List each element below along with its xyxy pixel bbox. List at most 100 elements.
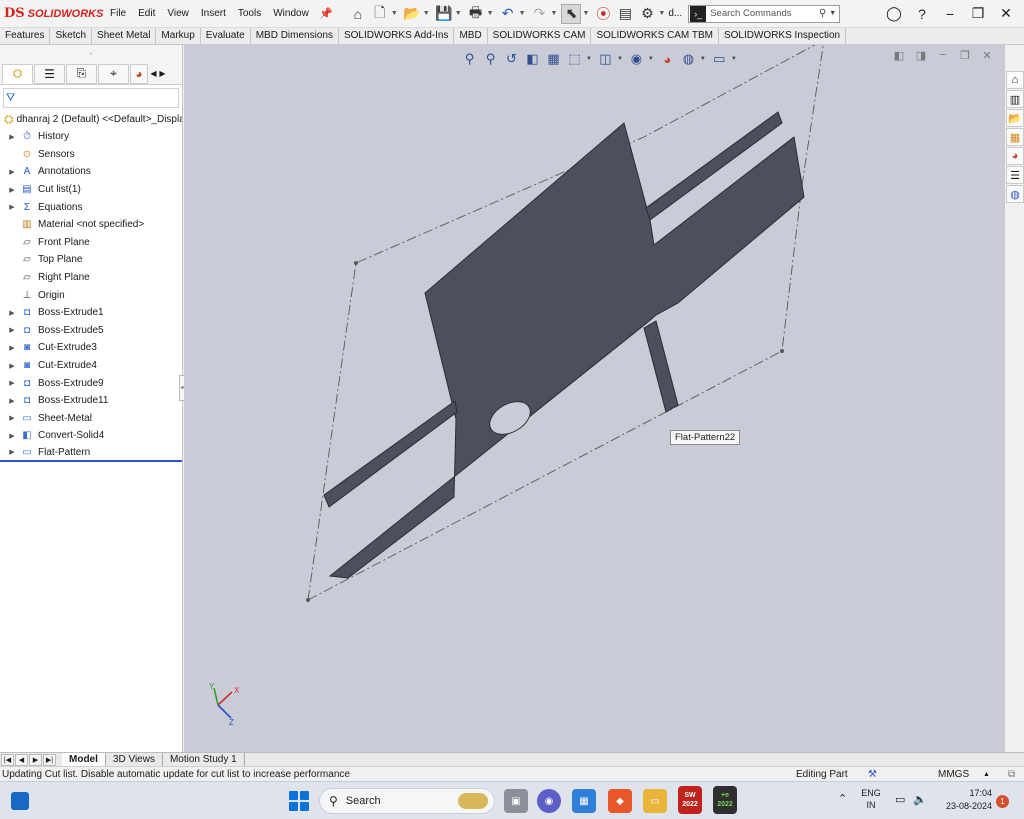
hide-show-dropdown[interactable]: ▼ <box>648 56 654 62</box>
tree-node[interactable]: ▱ Right Plane <box>0 269 182 287</box>
minimize-icon[interactable]: − <box>936 6 964 22</box>
last-tab-icon[interactable]: ▶| <box>43 753 56 766</box>
unit-system-selector[interactable]: MMGS <box>938 769 969 780</box>
appearances-icon[interactable]: ◕ <box>1006 147 1024 165</box>
zoom-to-area-icon[interactable]: ⚲ <box>481 50 500 68</box>
tree-node[interactable]: ▥ Material <not specified> <box>0 216 182 234</box>
microsoft-store-icon[interactable]: ▦ <box>572 789 596 813</box>
menu-file[interactable]: File <box>104 8 132 19</box>
file-properties-icon[interactable]: ▤ <box>615 4 635 24</box>
redo-dropdown-arrow[interactable]: ▼ <box>551 10 558 17</box>
search-magnifier-icon[interactable]: ⚲ <box>819 8 826 19</box>
tab-mbd[interactable]: MBD <box>454 28 488 44</box>
view-palette-icon[interactable]: ▦ <box>1006 128 1024 146</box>
tree-node[interactable]: ▶ ◙ Cut-Extrude3 <box>0 339 182 357</box>
new-document-icon[interactable]: 🗋 <box>370 4 390 24</box>
pin-icon[interactable]: 📌 <box>316 4 336 24</box>
expand-arrow-icon[interactable]: ▶ <box>6 344 18 352</box>
scene-dropdown[interactable]: ▼ <box>700 56 706 62</box>
tile-right-icon[interactable]: ◨ <box>910 49 932 62</box>
file-explorer-taskbar-icon[interactable]: ▭ <box>643 789 667 813</box>
tab-solidworks-add-ins[interactable]: SOLIDWORKS Add-Ins <box>339 28 455 44</box>
tab-markup[interactable]: Markup <box>156 28 201 44</box>
options-dropdown-arrow[interactable]: ▼ <box>658 10 665 17</box>
display-style-dropdown[interactable]: ▼ <box>617 56 623 62</box>
undo-icon[interactable]: ↶ <box>498 4 518 24</box>
tree-node[interactable]: ▶ ▭ Sheet-Metal <box>0 410 182 428</box>
expand-arrow-icon[interactable]: ▶ <box>6 326 18 334</box>
windows-start-icon[interactable] <box>289 791 309 811</box>
tree-node[interactable]: ⊙ Sensors <box>0 146 182 164</box>
doc-restore-icon[interactable]: ❐ <box>954 49 976 62</box>
taskbar-clock[interactable]: 17:04 23-08-2024 <box>936 787 992 813</box>
solidworks-resources-icon[interactable]: ⌂ <box>1006 71 1024 89</box>
dimxpert-tab-icon[interactable]: ⌖ <box>98 63 129 84</box>
display-manager-tab-icon[interactable]: ◕ <box>130 63 148 84</box>
options-gear-icon[interactable]: ⚙ <box>637 4 657 24</box>
property-manager-tab-icon[interactable]: ☰ <box>34 63 65 84</box>
tree-node[interactable]: ▱ Top Plane <box>0 251 182 269</box>
tree-node[interactable]: ▶ ◙ Cut-Extrude4 <box>0 357 182 375</box>
expand-arrow-icon[interactable]: ▶ <box>6 203 18 211</box>
view-orientation-icon[interactable]: ⬚ <box>565 50 584 68</box>
feature-tree-tab-icon[interactable]: ⛭ <box>2 63 33 84</box>
expand-arrow-icon[interactable]: ▶ <box>6 448 18 456</box>
previous-view-icon[interactable]: ↺ <box>502 50 521 68</box>
view-orientation-dropdown[interactable]: ▼ <box>586 56 592 62</box>
open-dropdown-arrow[interactable]: ▼ <box>423 10 430 17</box>
file-explorer-icon[interactable]: 📂 <box>1006 109 1024 127</box>
undo-dropdown-arrow[interactable]: ▼ <box>519 10 526 17</box>
edrawings-taskbar-icon[interactable]: +e 2022 <box>713 786 737 814</box>
open-folder-icon[interactable]: 📂 <box>402 4 422 24</box>
search-commands-input[interactable]: Search Commands <box>710 8 819 19</box>
redo-icon[interactable]: ↷ <box>530 4 550 24</box>
search-dropdown-arrow[interactable]: ▼ <box>829 10 836 17</box>
network-icon[interactable]: ▭ <box>895 793 905 806</box>
expand-arrow-icon[interactable]: ▶ <box>6 168 18 176</box>
design-library-icon[interactable]: ▥ <box>1006 90 1024 108</box>
filter-funnel-icon[interactable]: ⛛ <box>6 92 15 105</box>
tab-model[interactable]: Model <box>62 753 106 766</box>
tree-node[interactable]: ▶ ▤ Cut list(1) <box>0 181 182 199</box>
expand-arrow-icon[interactable]: ▶ <box>6 432 18 440</box>
chat-icon[interactable]: ◉ <box>537 789 561 813</box>
tab-mbd-dimensions[interactable]: MBD Dimensions <box>251 28 339 44</box>
panel-grip-icon[interactable]: ◦ <box>0 45 182 63</box>
print-icon[interactable]: 🖶 <box>466 4 486 24</box>
feature-tree-filter-field[interactable]: ⛛ <box>3 88 179 108</box>
configuration-manager-tab-icon[interactable]: ⎘ <box>66 63 97 84</box>
tree-node[interactable]: ▶ A Annotations <box>0 163 182 181</box>
expand-arrow-icon[interactable]: ▶ <box>6 397 18 405</box>
zoom-to-fit-icon[interactable]: ⚲ <box>460 50 479 68</box>
apply-scene-icon[interactable]: ◍ <box>679 50 698 68</box>
restore-icon[interactable]: ❐ <box>964 5 992 22</box>
select-cursor-icon[interactable]: ⬉ <box>561 3 582 24</box>
expand-arrow-icon[interactable]: ▶ <box>6 309 18 317</box>
display-style-icon[interactable]: ◫ <box>596 50 615 68</box>
custom-properties-icon[interactable]: ☰ <box>1006 166 1024 184</box>
tab-sheet-metal[interactable]: Sheet Metal <box>92 28 157 44</box>
tree-node[interactable]: ▶ ◘ Boss-Extrude5 <box>0 322 182 340</box>
tab-features[interactable]: Features <box>0 28 51 44</box>
vertical-tab[interactable] <box>643 320 679 413</box>
volume-icon[interactable]: 🔈 <box>913 793 927 806</box>
tree-node[interactable]: ▶ Σ Equations <box>0 198 182 216</box>
expand-arrow-icon[interactable]: ▶ <box>6 186 18 194</box>
solidworks-taskbar-icon[interactable]: SW 2022 <box>678 786 702 814</box>
doc-close-icon[interactable]: ✕ <box>976 49 998 62</box>
menu-edit[interactable]: Edit <box>132 8 161 19</box>
search-commands-box[interactable]: ›_ Search Commands ⚲ ▼ <box>688 4 841 23</box>
rebuild-traffic-light-icon[interactable]: ⦿ <box>593 4 613 24</box>
graphics-area[interactable]: X Y Z ⚲ ⚲ ↺ ◧ ▦ ⬚ ▼ ◫ ▼ ◉ ▼ ◕ ◍ ▼ ▭ ▼ ◧ ◨ − ❐… <box>184 45 1004 752</box>
tab-evaluate[interactable]: Evaluate <box>201 28 251 44</box>
language-indicator[interactable]: ENG IN <box>860 787 882 811</box>
taskbar-search-box[interactable]: ⚲ Search <box>319 788 495 814</box>
close-icon[interactable]: ✕ <box>992 5 1020 22</box>
tree-node[interactable]: ▶ ◧ Convert-Solid4 <box>0 427 182 445</box>
tree-node[interactable]: ▶ ◘ Boss-Extrude1 <box>0 304 182 322</box>
dynamic-annotation-icon[interactable]: ▦ <box>544 50 563 68</box>
save-dropdown-arrow[interactable]: ▼ <box>455 10 462 17</box>
solidworks-logo[interactable]: DS SOLIDWORKS <box>0 6 104 21</box>
select-dropdown-arrow[interactable]: ▼ <box>582 10 589 17</box>
solidworks-forum-icon[interactable]: ◍ <box>1006 185 1024 203</box>
